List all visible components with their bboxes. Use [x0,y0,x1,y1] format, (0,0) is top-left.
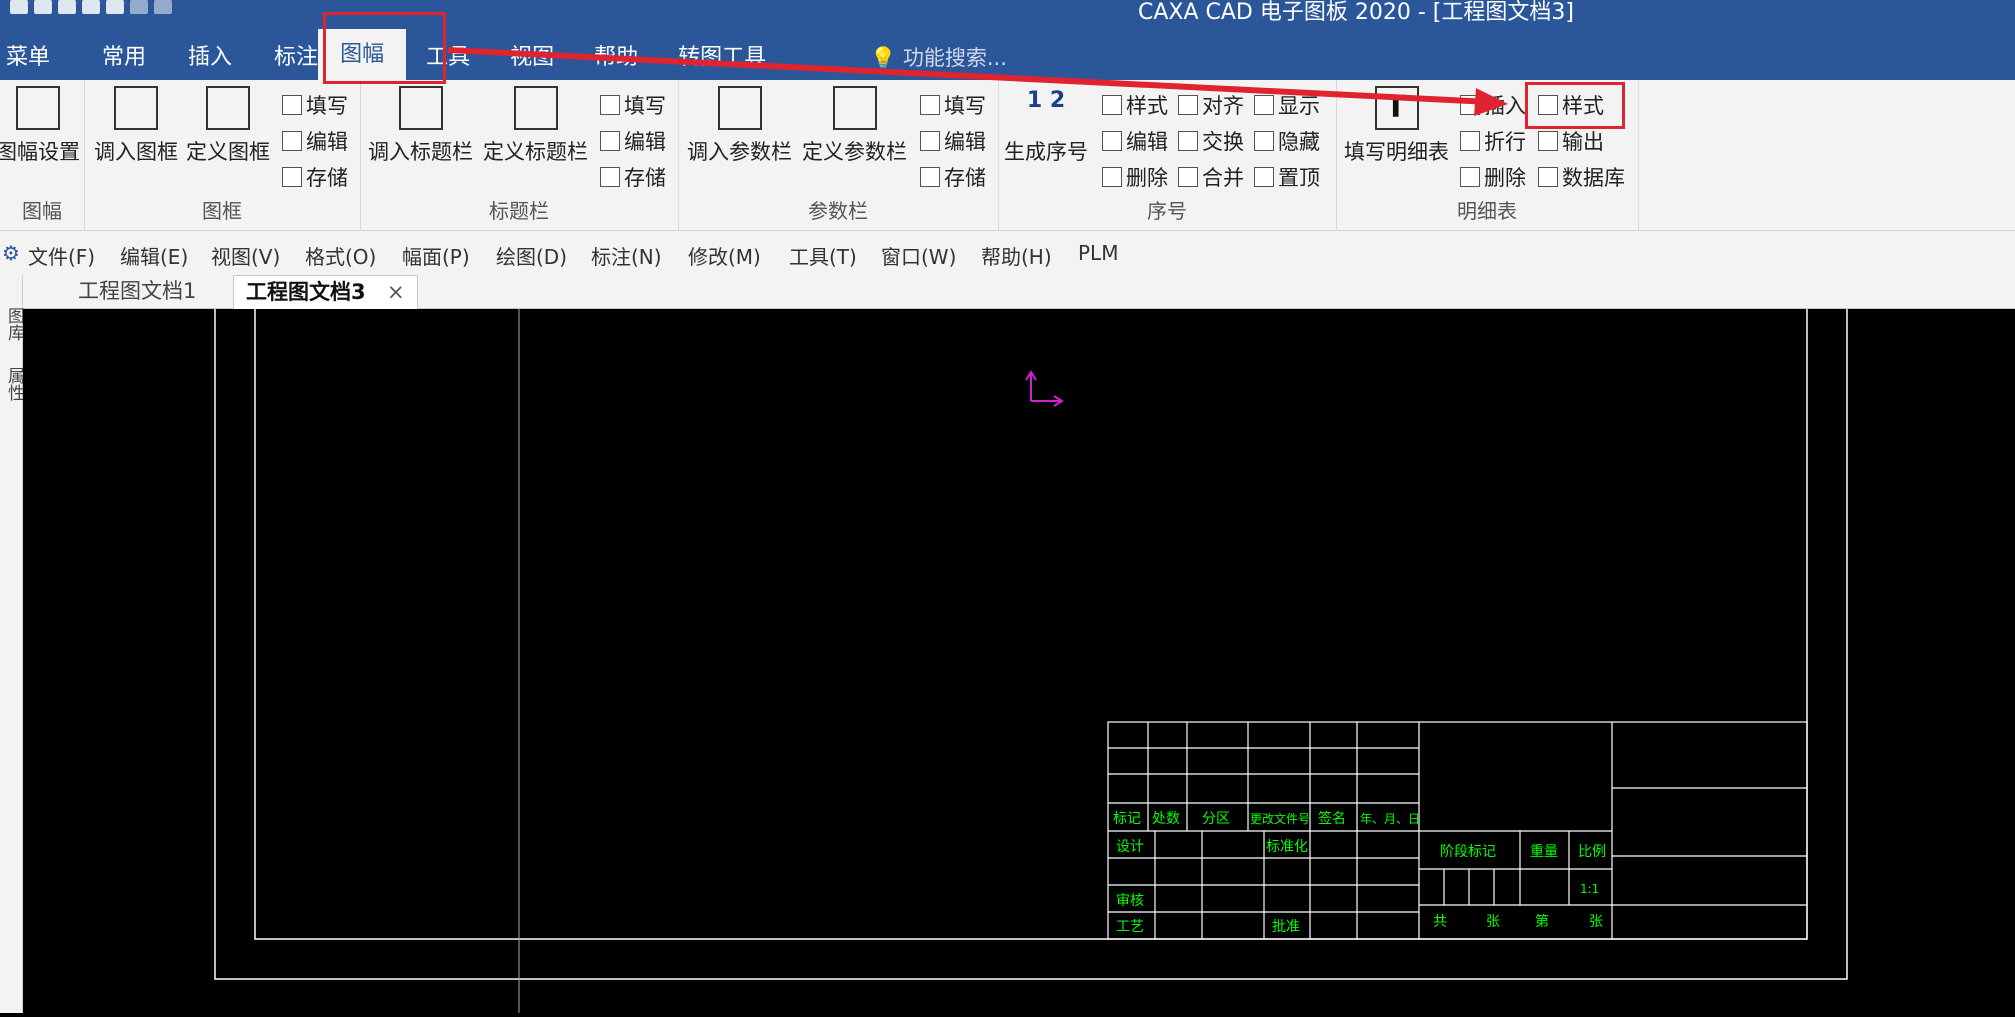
annotation-arrow [447,47,1508,116]
